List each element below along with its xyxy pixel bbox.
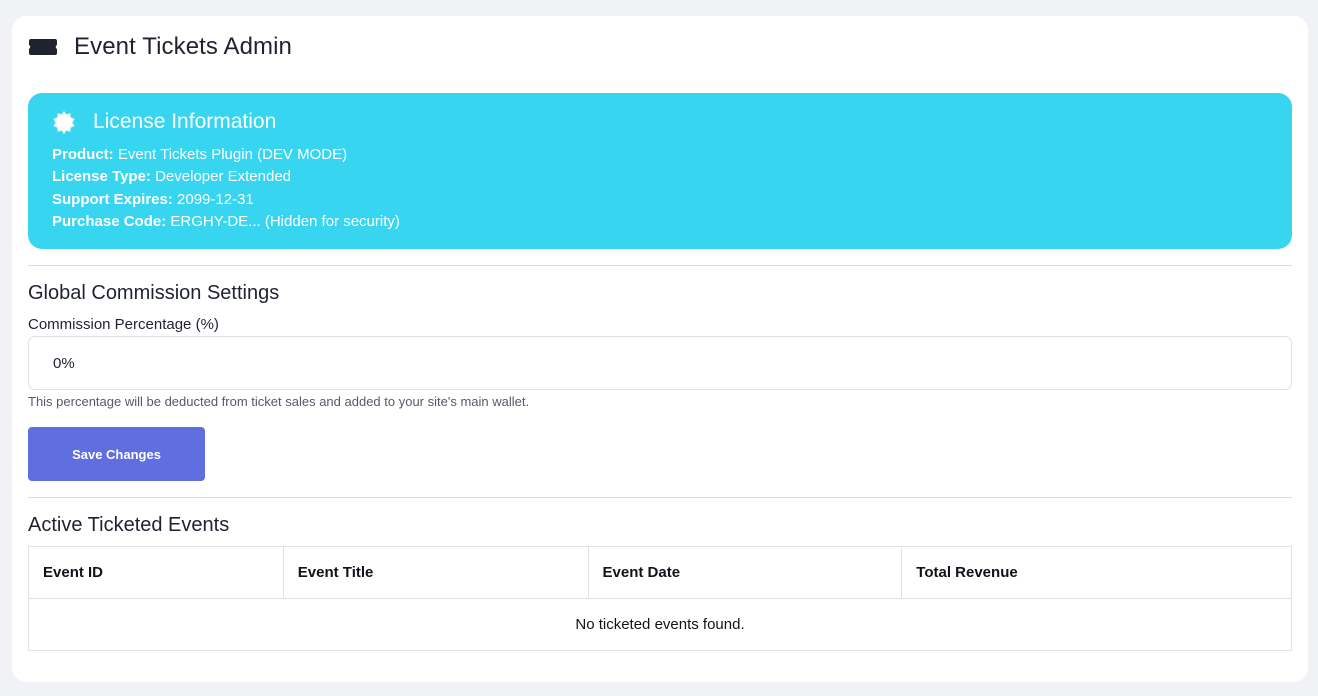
license-type: License Type: Developer Extended bbox=[52, 166, 1268, 188]
license-purchase-code-label: Purchase Code: bbox=[52, 213, 167, 231]
commission-help-text: This percentage will be deducted from ti… bbox=[28, 394, 530, 409]
license-support-expires: Support Expires: 2099-12-31 bbox=[52, 189, 1268, 211]
column-header-event-title: Event Title bbox=[282, 546, 589, 599]
ticket-icon bbox=[28, 37, 58, 57]
column-header-event-id: Event ID bbox=[28, 546, 284, 599]
column-header-event-date: Event Date bbox=[587, 546, 903, 599]
page-title: Event Tickets Admin bbox=[74, 33, 292, 60]
events-section-title: Active Ticketed Events bbox=[28, 514, 230, 536]
commission-field-label: Commission Percentage (%) bbox=[28, 316, 219, 333]
license-support-expires-label: Support Expires: bbox=[52, 190, 173, 208]
admin-card: Event Tickets Admin License Information … bbox=[12, 16, 1308, 682]
license-purchase-code: Purchase Code: ERGHY-DE... (Hidden for s… bbox=[52, 211, 1268, 233]
license-info-panel: License Information Product: Event Ticke… bbox=[28, 93, 1292, 249]
table-header-row: Event ID Event Title Event Date Total Re… bbox=[28, 546, 1292, 599]
column-header-total-revenue: Total Revenue bbox=[901, 546, 1292, 599]
page-header: Event Tickets Admin bbox=[28, 32, 292, 62]
empty-table-message: No ticketed events found. bbox=[28, 598, 1292, 651]
table-row: No ticketed events found. bbox=[28, 598, 1292, 651]
license-product-value: Event Tickets Plugin (DEV MODE) bbox=[117, 146, 348, 163]
license-support-expires-value: 2099-12-31 bbox=[177, 190, 254, 208]
license-purchase-code-value: ERGHY-DE... (Hidden for security) bbox=[170, 213, 400, 231]
section-divider bbox=[28, 265, 1292, 266]
license-product-label: Product: bbox=[52, 146, 114, 163]
license-type-label: License Type: bbox=[52, 168, 151, 186]
section-divider bbox=[28, 497, 1292, 498]
commission-section-title: Global Commission Settings bbox=[28, 282, 280, 304]
save-changes-button[interactable]: Save Changes bbox=[28, 427, 205, 481]
commission-percentage-input[interactable] bbox=[28, 336, 1292, 390]
license-type-value: Developer Extended bbox=[155, 168, 292, 186]
certificate-icon bbox=[52, 110, 76, 134]
license-title: License Information bbox=[93, 110, 277, 133]
license-details: Product: Event Tickets Plugin (DEV MODE)… bbox=[52, 144, 1268, 234]
license-heading: License Information bbox=[52, 107, 1268, 137]
events-table: Event ID Event Title Event Date Total Re… bbox=[28, 546, 1292, 651]
license-product: Product: Event Tickets Plugin (DEV MODE) bbox=[52, 144, 1268, 166]
